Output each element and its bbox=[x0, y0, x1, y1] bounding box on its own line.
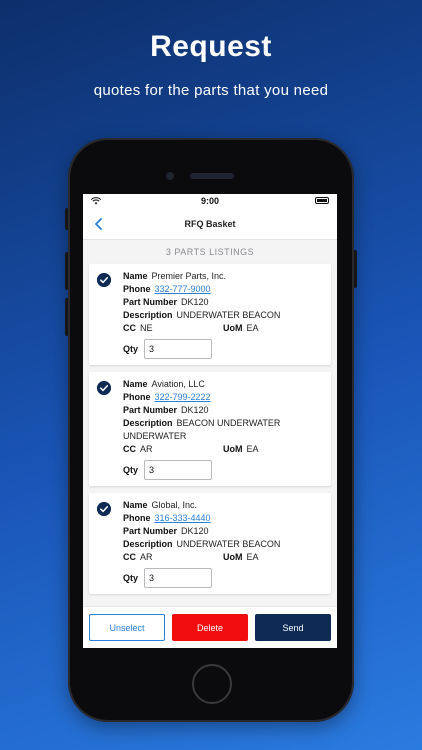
promo-subline: quotes for the parts that you need bbox=[93, 82, 329, 99]
description-value: UNDERWATER BEACON bbox=[176, 310, 281, 320]
qty-label: Qty bbox=[123, 572, 139, 583]
phone-label: Phone bbox=[123, 513, 151, 523]
name-label: Name bbox=[123, 500, 148, 510]
part-number-label: Part Number bbox=[123, 526, 178, 536]
description-label: Description bbox=[123, 418, 173, 428]
name-label: Name bbox=[123, 271, 148, 281]
cc-value: AR bbox=[140, 552, 153, 562]
listing-name: Global, Inc. bbox=[151, 500, 198, 510]
checkmark-icon[interactable] bbox=[97, 502, 111, 516]
phone-speaker bbox=[190, 173, 234, 179]
nav-bar: RFQ Basket bbox=[83, 208, 337, 240]
unselect-button[interactable]: Unselect bbox=[89, 614, 165, 641]
status-time: 9:00 bbox=[200, 196, 219, 206]
listing-card: Name Premier Parts, Inc. Phone 332-777-900… bbox=[89, 264, 331, 365]
uom-label: UoM bbox=[223, 444, 243, 454]
cc-value: AR bbox=[140, 444, 153, 454]
description-label: Description bbox=[123, 310, 173, 320]
cc-label: CC bbox=[123, 552, 136, 562]
phone-link[interactable]: 322-799-2222 bbox=[155, 392, 211, 402]
uom-value: EA bbox=[246, 444, 259, 454]
qty-input[interactable] bbox=[144, 339, 213, 359]
listing-card: Name Global, Inc. Phone 316-333-4440 Part … bbox=[89, 493, 331, 594]
part-number-value: DK120 bbox=[181, 526, 209, 536]
part-number-label: Part Number bbox=[123, 297, 178, 307]
cc-label: CC bbox=[123, 323, 136, 333]
qty-input[interactable] bbox=[144, 568, 213, 588]
phone-label: Phone bbox=[123, 284, 151, 294]
part-number-value: DK120 bbox=[181, 405, 209, 415]
part-number-value: DK120 bbox=[181, 297, 209, 307]
qty-label: Qty bbox=[123, 343, 139, 354]
description-label: Description bbox=[123, 539, 173, 549]
cc-label: CC bbox=[123, 444, 136, 454]
listing-name: Premier Parts, Inc. bbox=[151, 271, 227, 281]
listing-name: Aviation, LLC bbox=[151, 379, 205, 389]
send-button[interactable]: Send bbox=[255, 614, 331, 641]
listing-count: 3 PARTS LISTINGS bbox=[165, 247, 255, 257]
phone-link[interactable]: 332-777-9000 bbox=[155, 284, 211, 294]
qty-input[interactable] bbox=[144, 460, 213, 480]
qty-label: Qty bbox=[123, 464, 139, 475]
phone-link[interactable]: 316-333-4440 bbox=[155, 513, 211, 523]
promo-headline: Request bbox=[150, 30, 272, 63]
phone-camera bbox=[166, 172, 174, 180]
battery-icon bbox=[315, 197, 329, 204]
phone-label: Phone bbox=[123, 392, 151, 402]
checkmark-icon[interactable] bbox=[97, 381, 111, 395]
checkmark-icon[interactable] bbox=[97, 273, 111, 287]
app-screen: 9:00 RFQ Basket 3 PARTS LISTINGS Name Pre… bbox=[83, 194, 337, 648]
delete-button[interactable]: Delete bbox=[172, 614, 248, 641]
page-title: RFQ Basket bbox=[184, 219, 236, 229]
action-bar: Unselect Delete Send bbox=[83, 606, 337, 648]
status-bar: 9:00 bbox=[83, 194, 337, 208]
uom-label: UoM bbox=[223, 323, 243, 333]
description-value: UNDERWATER BEACON bbox=[176, 539, 281, 549]
part-number-label: Part Number bbox=[123, 405, 178, 415]
cc-value: NE bbox=[140, 323, 153, 333]
uom-value: EA bbox=[246, 323, 259, 333]
name-label: Name bbox=[123, 379, 148, 389]
uom-value: EA bbox=[246, 552, 259, 562]
listing-card: Name Aviation, LLC Phone 322-799-2222 Part… bbox=[89, 372, 331, 486]
phone-home-button bbox=[192, 664, 232, 704]
uom-label: UoM bbox=[223, 552, 243, 562]
